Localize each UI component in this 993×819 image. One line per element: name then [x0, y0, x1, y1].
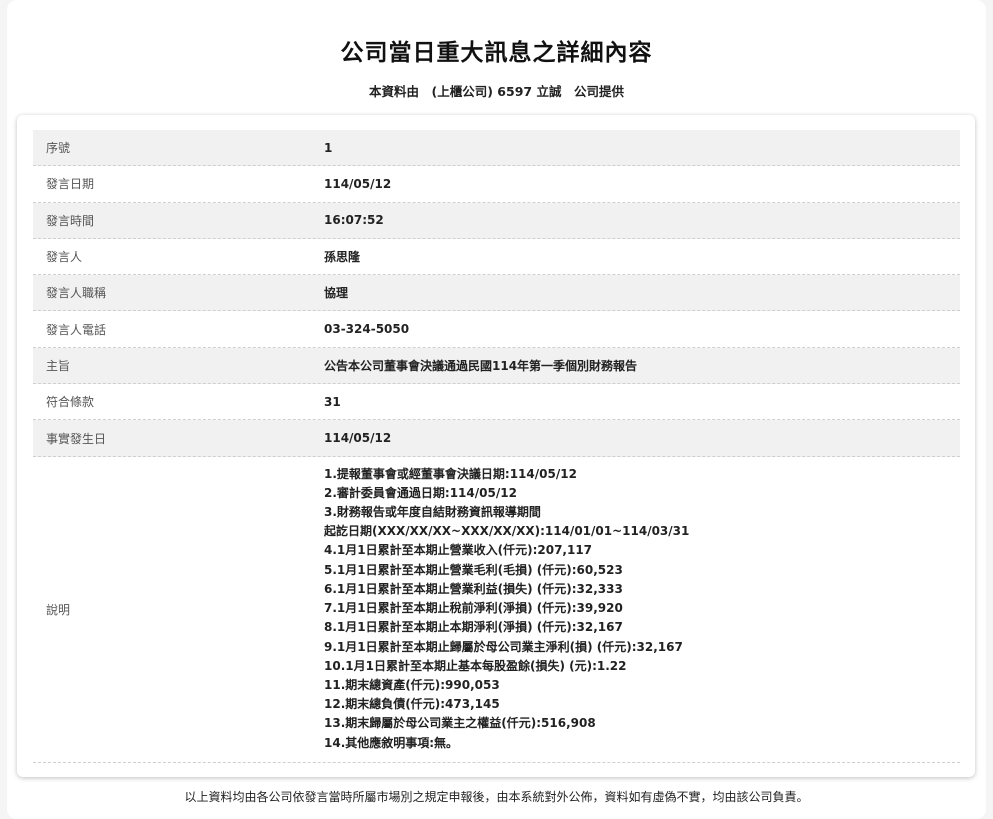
table-row-phone: 發言人電話 03-324-5050 [33, 311, 960, 348]
row-label: 符合條款 [46, 395, 95, 410]
row-value: 03-324-5050 [324, 322, 410, 337]
row-label: 說明 [46, 602, 71, 617]
row-label: 序號 [46, 141, 71, 156]
description-line: 3.財務報告或年度自結財務資訊報導期間 [324, 505, 541, 520]
row-value: 1 [324, 140, 333, 155]
row-value: 16:07:52 [324, 213, 384, 228]
description-line: 10.1月1日累計至本期止基本每股盈餘(損失) (元):1.22 [324, 658, 627, 673]
disclaimer-footer: 以上資料均由各公司依發言當時所屬市場別之規定申報後，由本系統對外公佈，資料如有虛… [184, 790, 809, 804]
table-row-clause: 符合條款 31 [33, 384, 960, 421]
row-label: 發言人職稱 [46, 286, 107, 301]
table-row-date: 發言日期 114/05/12 [33, 166, 960, 203]
row-value: 公告本公司董事會決議通過民國114年第一季個別財務報告 [324, 358, 638, 373]
table-row-title: 發言人職稱 協理 [33, 275, 960, 312]
description-line: 14.其他應敘明事項:無。 [324, 735, 459, 750]
description-line: 6.1月1日累計至本期止營業利益(損失) (仟元):32,333 [324, 581, 623, 596]
description-line: 1.提報董事會或經董事會決議日期:114/05/12 [324, 466, 577, 481]
subtitle-text: 本資料由 (上櫃公司) 6597 立誠 公司提供 [369, 84, 624, 99]
table-row-time: 發言時間 16:07:52 [33, 202, 960, 239]
row-value: 協理 [324, 286, 349, 301]
table-row-serial: 序號 1 [33, 130, 960, 167]
row-value: 114/05/12 [324, 431, 392, 446]
description-line: 13.期末歸屬於母公司業主之權益(仟元):516,908 [324, 716, 596, 731]
row-value: 31 [324, 394, 341, 409]
description-line: 12.期末總負債(仟元):473,145 [324, 697, 500, 712]
row-label: 發言人電話 [46, 322, 107, 337]
description-line: 7.1月1日累計至本期止稅前淨利(淨損) (仟元):39,920 [324, 601, 623, 616]
row-label: 主旨 [46, 358, 71, 373]
detail-table: 序號 1 發言日期 114/05/12 發言時間 16:07:52 發言人 孫思… [33, 130, 960, 763]
table-row-spokesperson: 發言人 孫思隆 [33, 239, 960, 276]
description-line: 9.1月1日累計至本期止歸屬於母公司業主淨利(損) (仟元):32,167 [324, 639, 683, 654]
row-label: 事實發生日 [46, 431, 107, 446]
row-label: 發言日期 [46, 177, 95, 192]
table-row-description: 說明 1.提報董事會或經董事會決議日期:114/05/12 2.審計委員會通過日… [33, 457, 960, 763]
page-container: 公司當日重大訊息之詳細內容 本資料由 (上櫃公司) 6597 立誠 公司提供 序… [7, 0, 986, 819]
description-lines: 1.提報董事會或經董事會決議日期:114/05/12 2.審計委員會通過日期:1… [324, 465, 689, 753]
table-row-event-date: 事實發生日 114/05/12 [33, 420, 960, 457]
row-value: 孫思隆 [324, 250, 361, 265]
description-line: 2.審計委員會通過日期:114/05/12 [324, 485, 517, 500]
row-value: 114/05/12 [324, 176, 392, 191]
page-subtitle: 本資料由 (上櫃公司) 6597 立誠 公司提供 [7, 81, 986, 100]
detail-card: 序號 1 發言日期 114/05/12 發言時間 16:07:52 發言人 孫思… [17, 115, 975, 777]
row-label: 發言時間 [46, 213, 95, 228]
description-line: 起訖日期(XXX/XX/XX~XXX/XX/XX):114/01/01~114/… [324, 524, 690, 539]
row-label: 發言人 [46, 250, 83, 265]
row-value: 1.提報董事會或經董事會決議日期:114/05/12 2.審計委員會通過日期:1… [310, 457, 960, 762]
description-line: 11.期末總資產(仟元):990,053 [324, 677, 500, 692]
table-row-subject: 主旨 公告本公司董事會決議通過民國114年第一季個別財務報告 [33, 347, 960, 385]
description-line: 8.1月1日累計至本期止本期淨利(淨損) (仟元):32,167 [324, 620, 623, 635]
description-line: 5.1月1日累計至本期止營業毛利(毛損) (仟元):60,523 [324, 562, 623, 577]
page-title: 公司當日重大訊息之詳細內容 [340, 40, 653, 66]
description-line: 4.1月1日累計至本期止營業收入(仟元):207,117 [324, 543, 593, 558]
